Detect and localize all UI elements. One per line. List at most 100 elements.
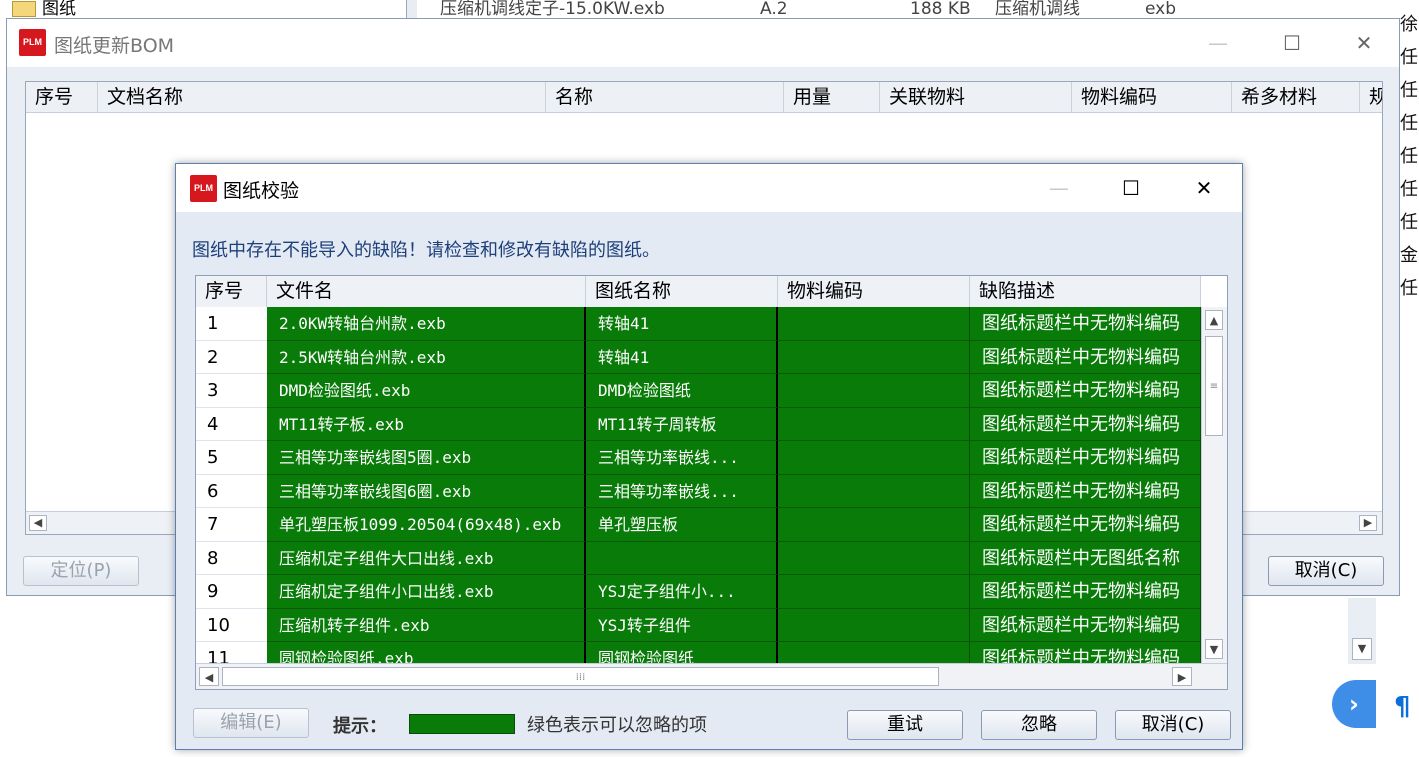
column-header[interactable]: 希多材料 xyxy=(1232,82,1360,112)
table-row[interactable]: 10 压缩机转子组件.exb YSJ转子组件 图纸标题栏中无物料编码 xyxy=(196,608,1201,642)
table-row[interactable]: 9 压缩机定子组件小口出线.exb YSJ定子组件小... 图纸标题栏中无物料编码 xyxy=(196,575,1201,609)
material-code-cell[interactable] xyxy=(778,541,970,575)
defect-description-cell[interactable]: 图纸标题栏中无物料编码 xyxy=(970,374,1201,408)
row-index[interactable]: 6 xyxy=(196,474,267,508)
drawing-name-cell[interactable]: DMD检验图纸 xyxy=(586,374,778,408)
side-nav-expand-button[interactable]: › xyxy=(1332,680,1376,728)
defect-table[interactable]: 序号 文件名 图纸名称 物料编码 缺陷描述 1 2.0KW转轴台州款.exb 转轴4… xyxy=(195,275,1228,690)
table-row[interactable]: 11 圆钢检验图纸.exb 圆钢检验图纸 图纸标题栏中无物料编码 xyxy=(196,642,1201,663)
defect-description-cell[interactable]: 图纸标题栏中无物料编码 xyxy=(970,474,1201,508)
material-code-cell[interactable] xyxy=(778,608,970,642)
vertical-scrollbar[interactable]: ▲ ≡ ▼ xyxy=(1201,307,1227,663)
table-row[interactable]: 1 2.0KW转轴台州款.exb 转轴41 图纸标题栏中无物料编码 xyxy=(196,307,1201,341)
material-code-cell[interactable] xyxy=(778,575,970,609)
file-name-cell[interactable]: 单孔塑压板1099.20504(69x48).exb xyxy=(267,508,586,542)
ignore-button[interactable]: 忽略 xyxy=(981,710,1097,740)
file-name-cell[interactable]: 压缩机定子组件大口出线.exb xyxy=(267,541,586,575)
background-folder-item[interactable]: 图纸 xyxy=(12,0,76,19)
column-header-defect[interactable]: 缺陷描述 xyxy=(970,276,1201,307)
row-index[interactable]: 11 xyxy=(196,642,267,663)
drawing-name-cell[interactable] xyxy=(586,541,778,575)
file-name-cell[interactable]: MT11转子板.exb xyxy=(267,407,586,441)
background-file-row[interactable]: 压缩机调线定子-15.0KW.exb A.2 188 KB 压缩机调线 exb xyxy=(440,0,1176,19)
defect-description-cell[interactable]: 图纸标题栏中无物料编码 xyxy=(970,340,1201,374)
row-index[interactable]: 10 xyxy=(196,608,267,642)
defect-description-cell[interactable]: 图纸标题栏中无物料编码 xyxy=(970,608,1201,642)
drawing-name-cell[interactable]: 三相等功率嵌线... xyxy=(586,441,778,475)
drawing-name-cell[interactable]: 单孔塑压板 xyxy=(586,508,778,542)
scroll-left-arrow-icon[interactable]: ◀ xyxy=(199,667,219,686)
maximize-icon[interactable]: ☐ xyxy=(1116,176,1146,200)
defect-description-cell[interactable]: 图纸标题栏中无物料编码 xyxy=(970,407,1201,441)
material-code-cell[interactable] xyxy=(778,340,970,374)
close-icon[interactable]: ✕ xyxy=(1189,176,1219,200)
scroll-right-arrow-icon[interactable]: ▶ xyxy=(1172,667,1192,686)
column-header[interactable]: 规 xyxy=(1360,82,1382,112)
row-index[interactable]: 5 xyxy=(196,441,267,475)
column-header[interactable]: 名称 xyxy=(546,82,784,112)
bom-vertical-scroll-stub[interactable]: ▼ xyxy=(1348,598,1376,664)
file-name-cell[interactable]: 三相等功率嵌线图6圈.exb xyxy=(267,474,586,508)
table-row[interactable]: 8 压缩机定子组件大口出线.exb 图纸标题栏中无图纸名称 xyxy=(196,541,1201,575)
row-index[interactable]: 1 xyxy=(196,307,267,341)
close-icon[interactable]: ✕ xyxy=(1349,31,1379,55)
file-name-cell[interactable]: 压缩机定子组件小口出线.exb xyxy=(267,575,586,609)
minimize-icon[interactable]: — xyxy=(1203,31,1233,55)
column-header-material-code[interactable]: 物料编码 xyxy=(778,276,970,307)
scroll-right-arrow-icon[interactable]: ▶ xyxy=(1359,515,1377,531)
column-header-drawing-name[interactable]: 图纸名称 xyxy=(586,276,778,307)
drawing-name-cell[interactable]: YSJ定子组件小... xyxy=(586,575,778,609)
dialog-titlebar[interactable]: PLM 图纸校验 — ☐ ✕ xyxy=(176,164,1242,212)
horizontal-scrollbar[interactable]: ◀ ⁞⁞⁞ ▶ xyxy=(196,663,1227,689)
table-row[interactable]: 4 MT11转子板.exb MT11转子周转板 图纸标题栏中无物料编码 xyxy=(196,407,1201,441)
defect-description-cell[interactable]: 图纸标题栏中无物料编码 xyxy=(970,508,1201,542)
row-index[interactable]: 8 xyxy=(196,541,267,575)
file-name-cell[interactable]: 压缩机转子组件.exb xyxy=(267,608,586,642)
bom-window-titlebar[interactable]: PLM 图纸更新BOM — ☐ ✕ xyxy=(7,19,1399,67)
drawing-name-cell[interactable]: 转轴41 xyxy=(586,340,778,374)
edit-button[interactable]: 编辑(E) xyxy=(193,708,309,738)
defect-description-cell[interactable]: 图纸标题栏中无物料编码 xyxy=(970,642,1201,663)
column-header-index[interactable]: 序号 xyxy=(196,276,267,307)
material-code-cell[interactable] xyxy=(778,374,970,408)
column-header-filename[interactable]: 文件名 xyxy=(267,276,586,307)
retry-button[interactable]: 重试 xyxy=(847,710,963,740)
defect-description-cell[interactable]: 图纸标题栏中无物料编码 xyxy=(970,307,1201,341)
row-index[interactable]: 4 xyxy=(196,407,267,441)
row-index[interactable]: 9 xyxy=(196,575,267,609)
defect-description-cell[interactable]: 图纸标题栏中无物料编码 xyxy=(970,575,1201,609)
horizontal-scroll-thumb[interactable]: ⁞⁞⁞ xyxy=(222,667,939,686)
scroll-up-arrow-icon[interactable]: ▲ xyxy=(1205,310,1223,330)
vertical-scroll-thumb[interactable]: ≡ xyxy=(1205,336,1223,436)
table-row[interactable]: 6 三相等功率嵌线图6圈.exb 三相等功率嵌线... 图纸标题栏中无物料编码 xyxy=(196,474,1201,508)
file-name-cell[interactable]: DMD检验图纸.exb xyxy=(267,374,586,408)
maximize-icon[interactable]: ☐ xyxy=(1277,31,1307,55)
minimize-icon[interactable]: — xyxy=(1044,176,1074,200)
row-index[interactable]: 2 xyxy=(196,340,267,374)
defect-description-cell[interactable]: 图纸标题栏中无图纸名称 xyxy=(970,541,1201,575)
file-name-cell[interactable]: 圆钢检验图纸.exb xyxy=(267,642,586,663)
dialog-cancel-button[interactable]: 取消(C) xyxy=(1115,710,1231,740)
table-row[interactable]: 3 DMD检验图纸.exb DMD检验图纸 图纸标题栏中无物料编码 xyxy=(196,374,1201,408)
file-name-cell[interactable]: 2.0KW转轴台州款.exb xyxy=(267,307,586,341)
defect-description-cell[interactable]: 图纸标题栏中无物料编码 xyxy=(970,441,1201,475)
drawing-name-cell[interactable]: YSJ转子组件 xyxy=(586,608,778,642)
drawing-name-cell[interactable]: 转轴41 xyxy=(586,307,778,341)
drawing-name-cell[interactable]: 三相等功率嵌线... xyxy=(586,474,778,508)
table-row[interactable]: 2 2.5KW转轴台州款.exb 转轴41 图纸标题栏中无物料编码 xyxy=(196,340,1201,374)
material-code-cell[interactable] xyxy=(778,407,970,441)
column-header[interactable]: 序号 xyxy=(26,82,98,112)
table-row[interactable]: 5 三相等功率嵌线图5圈.exb 三相等功率嵌线... 图纸标题栏中无物料编码 xyxy=(196,441,1201,475)
material-code-cell[interactable] xyxy=(778,474,970,508)
locate-button[interactable]: 定位(P) xyxy=(23,556,139,586)
column-header[interactable]: 文档名称 xyxy=(98,82,546,112)
background-splitter[interactable] xyxy=(406,0,417,20)
drawing-name-cell[interactable]: 圆钢检验图纸 xyxy=(586,642,778,663)
material-code-cell[interactable] xyxy=(778,642,970,663)
file-name-cell[interactable]: 三相等功率嵌线图5圈.exb xyxy=(267,441,586,475)
file-name-cell[interactable]: 2.5KW转轴台州款.exb xyxy=(267,340,586,374)
column-header[interactable]: 关联物料 xyxy=(880,82,1072,112)
bom-cancel-button[interactable]: 取消(C) xyxy=(1268,556,1384,586)
scroll-left-arrow-icon[interactable]: ◀ xyxy=(29,515,47,531)
drawing-name-cell[interactable]: MT11转子周转板 xyxy=(586,407,778,441)
